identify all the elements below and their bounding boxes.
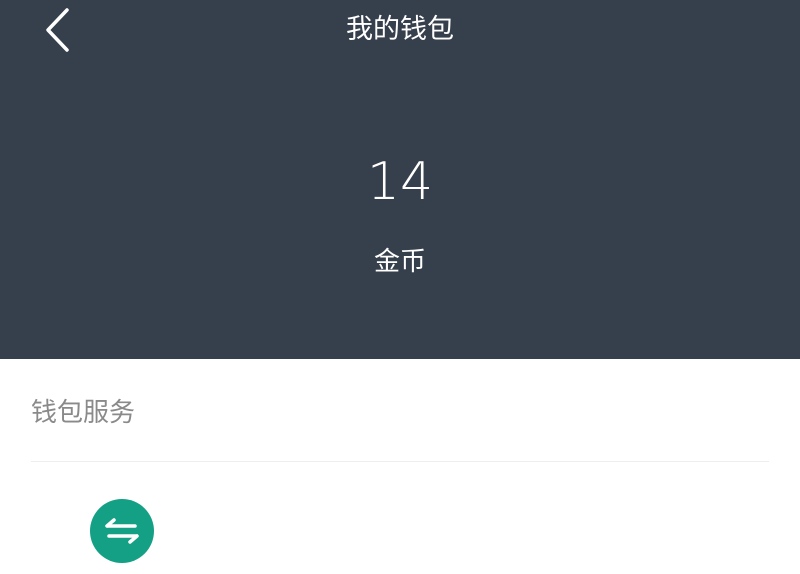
coin-balance-unit: 金币 bbox=[373, 247, 426, 277]
section-divider bbox=[31, 461, 769, 462]
wallet-services-title: 钱包服务 bbox=[31, 398, 136, 428]
coin-balance-value: 14 bbox=[366, 152, 434, 212]
wallet-header: 我的钱包 14 金币 bbox=[0, 0, 800, 359]
wallet-screen: 我的钱包 14 金币 钱包服务 bbox=[0, 0, 800, 574]
exchange-service-button[interactable] bbox=[90, 499, 154, 563]
exchange-arrows-icon bbox=[105, 518, 139, 544]
page-title: 我的钱包 bbox=[346, 14, 454, 45]
